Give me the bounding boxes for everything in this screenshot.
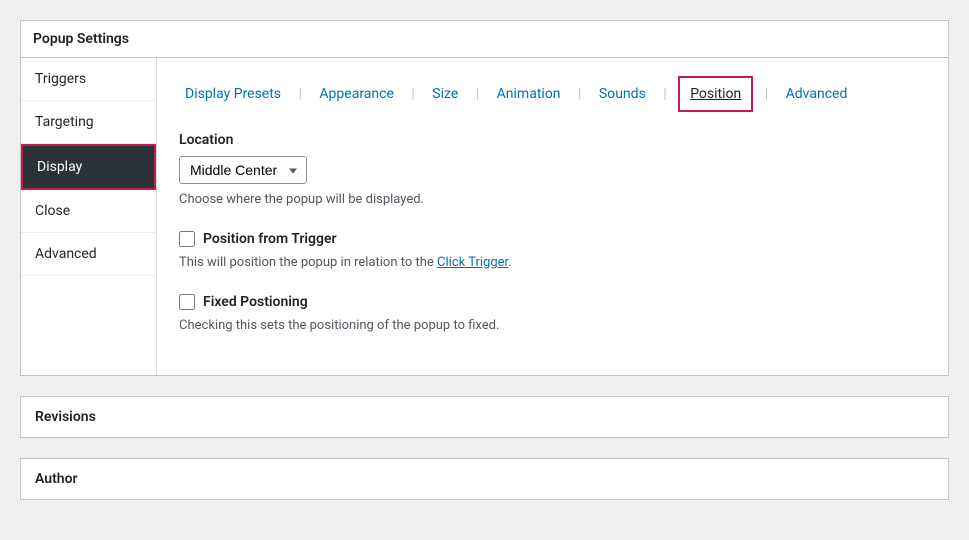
side-navigation: Triggers Targeting Display Close Advance… bbox=[21, 58, 157, 375]
panel-body: Triggers Targeting Display Close Advance… bbox=[21, 58, 948, 375]
subtab-appearance[interactable]: Appearance bbox=[313, 82, 399, 106]
subtab-bar: Display Presets | Appearance | Size | An… bbox=[179, 76, 926, 112]
sidenav-close[interactable]: Close bbox=[21, 190, 156, 233]
subtab-animation[interactable]: Animation bbox=[491, 82, 567, 106]
subtab-advanced[interactable]: Advanced bbox=[780, 82, 854, 106]
position-from-trigger-desc-prefix: This will position the popup in relation… bbox=[179, 255, 437, 270]
subtab-size[interactable]: Size bbox=[426, 82, 464, 106]
subtab-separator: | bbox=[299, 86, 302, 102]
position-from-trigger-desc-suffix: . bbox=[508, 255, 511, 270]
location-select-wrap: Middle Center bbox=[179, 156, 307, 184]
fixed-positioning-group: Fixed Postioning Checking this sets the … bbox=[179, 294, 926, 333]
position-from-trigger-description: This will position the popup in relation… bbox=[179, 255, 926, 270]
subtab-position[interactable]: Position bbox=[678, 76, 753, 112]
location-description: Choose where the popup will be displayed… bbox=[179, 192, 926, 207]
sidenav-targeting[interactable]: Targeting bbox=[21, 101, 156, 144]
subtab-sounds[interactable]: Sounds bbox=[593, 82, 652, 106]
fixed-positioning-label: Fixed Postioning bbox=[203, 294, 308, 310]
position-from-trigger-checkbox[interactable] bbox=[179, 231, 195, 247]
position-from-trigger-row: Position from Trigger bbox=[179, 231, 926, 247]
subtab-separator: | bbox=[411, 86, 414, 102]
position-from-trigger-group: Position from Trigger This will position… bbox=[179, 231, 926, 270]
revisions-panel[interactable]: Revisions bbox=[20, 396, 949, 438]
location-select[interactable]: Middle Center bbox=[179, 156, 307, 184]
subtab-separator: | bbox=[765, 86, 768, 102]
subtab-display-presets[interactable]: Display Presets bbox=[179, 82, 287, 106]
author-panel[interactable]: Author bbox=[20, 458, 949, 500]
subtab-separator: | bbox=[663, 86, 666, 102]
fixed-positioning-checkbox[interactable] bbox=[179, 294, 195, 310]
content-area: Display Presets | Appearance | Size | An… bbox=[157, 58, 948, 375]
fixed-positioning-description: Checking this sets the positioning of th… bbox=[179, 318, 926, 333]
position-from-trigger-label: Position from Trigger bbox=[203, 231, 337, 247]
subtab-separator: | bbox=[476, 86, 479, 102]
fixed-positioning-row: Fixed Postioning bbox=[179, 294, 926, 310]
location-label: Location bbox=[179, 132, 926, 148]
click-trigger-link[interactable]: Click Trigger bbox=[437, 255, 508, 270]
sidenav-display[interactable]: Display bbox=[21, 144, 156, 190]
location-field-group: Location Middle Center Choose where the … bbox=[179, 132, 926, 207]
subtab-separator: | bbox=[578, 86, 581, 102]
sidenav-advanced[interactable]: Advanced bbox=[21, 233, 156, 276]
panel-title: Popup Settings bbox=[21, 21, 948, 58]
sidenav-triggers[interactable]: Triggers bbox=[21, 58, 156, 101]
popup-settings-panel: Popup Settings Triggers Targeting Displa… bbox=[20, 20, 949, 376]
